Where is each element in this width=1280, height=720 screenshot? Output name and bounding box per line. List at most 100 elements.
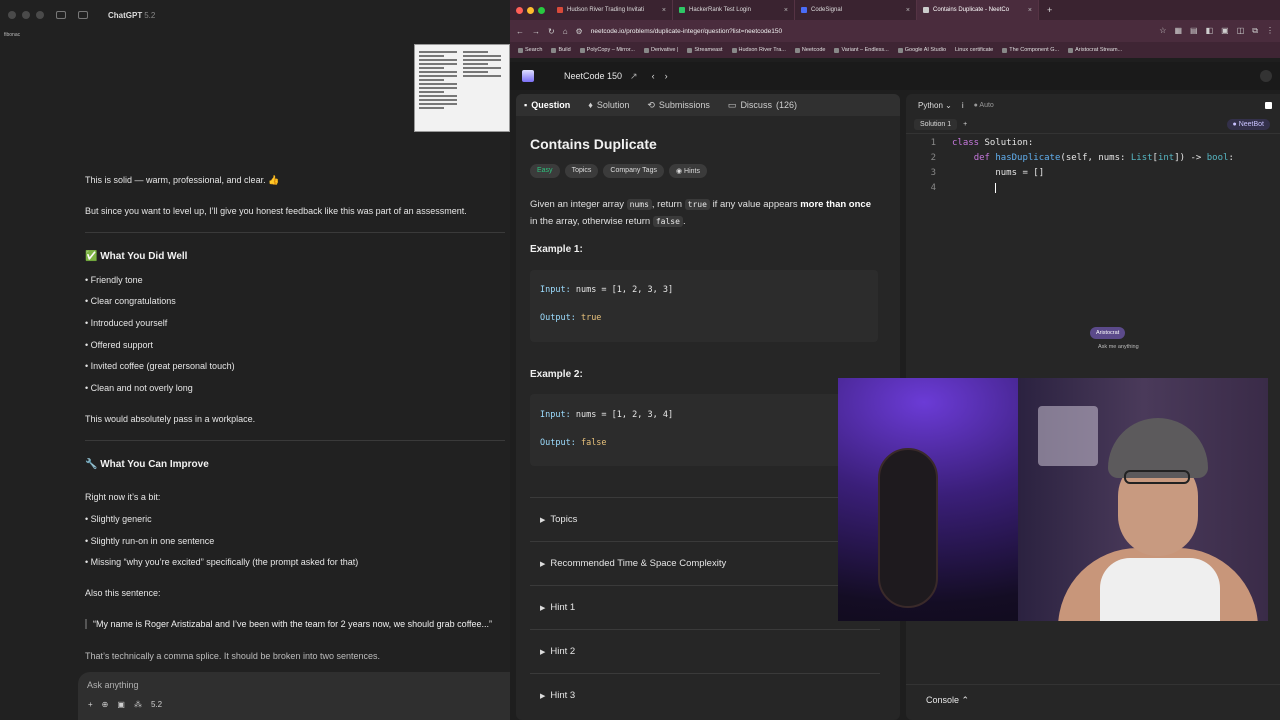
- bookmark-item[interactable]: Google AI Studio: [897, 47, 946, 53]
- extension-icon[interactable]: ▣: [1221, 26, 1229, 36]
- accordion-topics[interactable]: ▶ Topics: [530, 497, 880, 541]
- zoom-dot[interactable]: [36, 11, 44, 19]
- extension-icon[interactable]: ◫: [1237, 26, 1245, 36]
- sidebar-search-hint[interactable]: fibonac: [4, 32, 20, 38]
- url-field[interactable]: neetcode.io/problems/duplicate-integer/q…: [591, 28, 782, 35]
- company-tags-chip[interactable]: Company Tags: [603, 164, 664, 178]
- tab-label: Discuss: [740, 100, 772, 110]
- accordion-complexity[interactable]: ▶ Recommended Time & Space Complexity: [530, 541, 880, 585]
- chevron-left-icon[interactable]: ‹: [652, 71, 665, 81]
- hints-chip[interactable]: ◉ Hints: [668, 164, 707, 178]
- accordion-hint-2[interactable]: ▶ Hint 2: [530, 629, 880, 673]
- inline-code: false: [652, 216, 683, 227]
- tab-question[interactable]: ▪ Question: [524, 100, 570, 110]
- bookmark-item[interactable]: Streameast: [687, 47, 723, 53]
- profile-avatar[interactable]: [1260, 70, 1272, 82]
- editor-toolbar: Python ⌄ i ● Auto: [906, 94, 1280, 116]
- document-thumbnail[interactable]: [414, 44, 510, 132]
- pen-icon[interactable]: ⁂: [134, 700, 142, 709]
- bookmark-item[interactable]: Neetcode: [794, 47, 825, 53]
- close-icon[interactable]: ×: [906, 7, 910, 14]
- bookmark-item[interactable]: Derivative |: [643, 47, 678, 53]
- close-icon[interactable]: ×: [784, 7, 788, 14]
- close-dot[interactable]: [516, 6, 523, 14]
- webcam-overlay: [838, 378, 1268, 621]
- tab-submissions[interactable]: ⟲ Submissions: [647, 100, 710, 111]
- prev-next-arrows: ‹›: [652, 71, 678, 81]
- menu-icon[interactable]: ⋮: [1266, 26, 1274, 36]
- language-select[interactable]: Python ⌄: [918, 101, 952, 110]
- chat-composer[interactable]: Ask anything + ⊕ ▣ ⁂ 5.2: [78, 672, 510, 720]
- close-icon[interactable]: ×: [662, 7, 666, 14]
- image-icon[interactable]: ▣: [117, 700, 125, 709]
- chevron-down-icon: ⌄: [945, 100, 952, 110]
- minimize-dot[interactable]: [22, 11, 30, 19]
- extension-icon[interactable]: ◧: [1206, 26, 1214, 36]
- forward-icon[interactable]: →: [532, 27, 540, 36]
- composer-placeholder[interactable]: Ask anything: [87, 680, 139, 690]
- bookmark-item[interactable]: The Component G...: [1002, 47, 1059, 53]
- browser-tab-active[interactable]: Contains Duplicate - NeetCo ×: [917, 0, 1039, 20]
- external-link-icon[interactable]: ↗: [630, 71, 638, 82]
- extension-icon[interactable]: ⧉: [1252, 26, 1258, 36]
- tab-solution[interactable]: ♦ Solution: [588, 100, 629, 110]
- model-badge[interactable]: 5.2: [151, 700, 162, 709]
- bookmark-item[interactable]: Linux certificate: [955, 47, 993, 53]
- close-icon[interactable]: ×: [1028, 7, 1032, 14]
- bookmark-star-icon[interactable]: ☆: [1159, 26, 1166, 36]
- example-output: Output: false: [540, 438, 607, 448]
- zoom-dot[interactable]: [538, 6, 545, 14]
- chat-icon: ▭: [727, 99, 737, 110]
- back-icon[interactable]: ←: [516, 27, 524, 36]
- favicon-icon: [679, 7, 685, 13]
- neetcode-logo-icon[interactable]: [522, 70, 534, 82]
- info-icon[interactable]: i: [962, 101, 964, 110]
- accordion-hint-3[interactable]: ▶ Hint 3: [530, 673, 880, 717]
- site-info-icon[interactable]: ⚙: [576, 27, 583, 36]
- bookmark-item[interactable]: Search: [518, 47, 542, 53]
- stop-icon[interactable]: [1265, 101, 1272, 109]
- extension-icon[interactable]: ▤: [1190, 26, 1198, 36]
- reload-icon[interactable]: ↻: [548, 27, 555, 36]
- sidebar-toggle-icon[interactable]: [56, 11, 66, 19]
- accordion-label: Hint 1: [550, 602, 576, 613]
- bookmark-item[interactable]: Build: [551, 47, 571, 53]
- desc-text: , return: [651, 199, 683, 210]
- globe-icon[interactable]: ⊕: [102, 700, 109, 709]
- webcam-person-glasses: [1124, 470, 1190, 484]
- new-chat-icon[interactable]: [78, 11, 88, 19]
- new-tab-icon[interactable]: +: [1047, 5, 1052, 15]
- bookmark-item[interactable]: Aristocrat Stream...: [1068, 47, 1122, 53]
- tab-solution-1[interactable]: Solution 1: [914, 119, 958, 130]
- bookmark-icon: [579, 47, 585, 53]
- bulb-icon: ♦: [588, 100, 593, 110]
- folder-icon: [551, 47, 557, 53]
- topics-chip[interactable]: Topics: [564, 164, 599, 178]
- bookmark-icon: [1002, 47, 1008, 53]
- browser-tab[interactable]: HackerRank Test Login ×: [673, 0, 795, 20]
- bookmark-item[interactable]: Hudson River Tra...: [731, 47, 786, 53]
- add-tab-icon[interactable]: +: [963, 121, 967, 128]
- home-icon[interactable]: ⌂: [563, 27, 568, 36]
- difficulty-badge: Easy: [530, 164, 560, 178]
- chevron-right-icon[interactable]: ›: [665, 71, 678, 81]
- browser-tab[interactable]: CodeSignal ×: [795, 0, 917, 20]
- neetbot-button[interactable]: ● NeetBot: [1226, 119, 1270, 130]
- example-box: Input: nums = [1, 2, 3, 3] Output: true: [530, 270, 878, 342]
- extension-icon[interactable]: ▦: [1174, 26, 1182, 36]
- triangle-right-icon: ▶: [540, 517, 546, 524]
- webcam-person-shirt: [1100, 558, 1220, 621]
- browser-tab[interactable]: Hudson River Trading Invitati ×: [551, 0, 673, 20]
- close-dot[interactable]: [8, 11, 16, 19]
- accordion-hint-1[interactable]: ▶ Hint 1: [530, 585, 880, 629]
- bookmark-icon: [643, 47, 649, 53]
- assistant-pill[interactable]: Aristocrat: [1090, 327, 1126, 339]
- bookmark-item[interactable]: PolyCopy – Mirror...: [579, 47, 635, 53]
- tab-discuss[interactable]: ▭ Discuss (126): [728, 100, 797, 111]
- problem-list-title[interactable]: NeetCode 150: [564, 71, 622, 81]
- console-toggle[interactable]: Console ⌃: [906, 684, 1280, 720]
- minimize-dot[interactable]: [527, 6, 534, 14]
- plus-icon[interactable]: +: [88, 700, 93, 709]
- bookmark-item[interactable]: Variant – Endless...: [834, 47, 889, 53]
- history-icon: ⟲: [647, 99, 655, 110]
